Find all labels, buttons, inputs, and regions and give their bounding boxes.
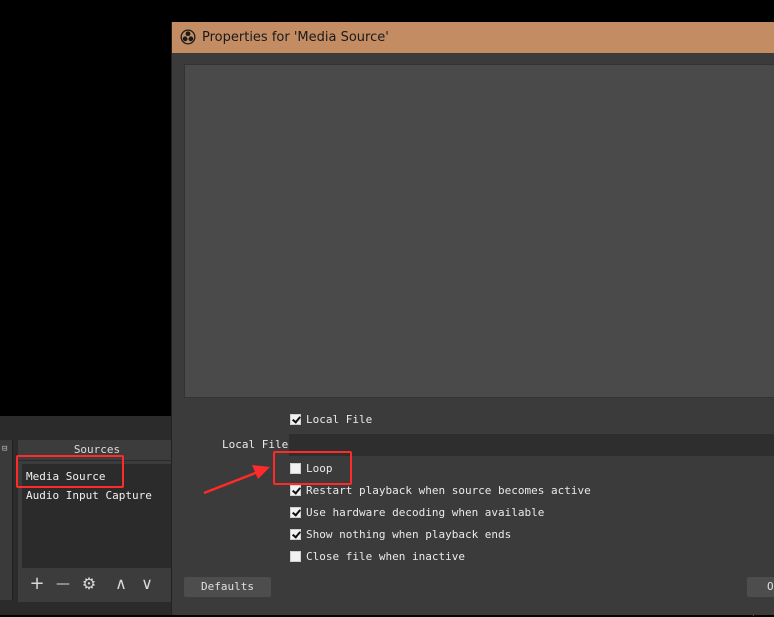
dialog-titlebar[interactable]: Properties for 'Media Source'	[172, 22, 774, 53]
local-file-checkbox[interactable]: Local File	[290, 412, 372, 428]
properties-dialog: Properties for 'Media Source' Local File…	[171, 22, 774, 615]
add-source-icon[interactable]: +	[26, 572, 48, 596]
move-up-icon[interactable]: ∧	[110, 572, 132, 596]
media-source-highlight	[16, 455, 124, 488]
loop-highlight	[273, 451, 352, 485]
remove-source-icon[interactable]: —	[52, 572, 74, 596]
close-file-label: Close file when inactive	[306, 550, 465, 563]
checkbox-icon	[290, 413, 301, 425]
dock-float-icon[interactable]: ⊟	[2, 444, 7, 454]
restart-playback-label: Restart playback when source becomes act…	[306, 484, 591, 497]
restart-playback-checkbox[interactable]: Restart playback when source becomes act…	[290, 483, 591, 499]
local-file-checkbox-label: Local File	[306, 413, 373, 426]
source-preview	[184, 64, 774, 398]
close-file-checkbox[interactable]: Close file when inactive	[290, 549, 465, 565]
gear-icon[interactable]: ⚙	[78, 572, 100, 596]
local-file-input[interactable]	[289, 434, 774, 456]
show-nothing-checkbox[interactable]: Show nothing when playback ends	[290, 527, 511, 543]
hardware-decoding-checkbox[interactable]: Use hardware decoding when available	[290, 505, 544, 521]
annotation-arrow-icon	[203, 465, 270, 495]
source-item-audio-input-capture[interactable]: Audio Input Capture	[26, 487, 152, 505]
obs-logo-icon	[180, 29, 196, 45]
checkbox-icon	[290, 484, 301, 496]
ok-button[interactable]: O	[747, 577, 774, 597]
scenes-dock-edge: ⊟	[0, 440, 13, 600]
checkbox-icon	[290, 528, 301, 540]
checkbox-icon	[290, 550, 301, 562]
hardware-decoding-label: Use hardware decoding when available	[306, 506, 545, 519]
dialog-title: Properties for 'Media Source'	[202, 30, 389, 45]
sources-toolbar: + — ⚙ ∧ ∨	[18, 572, 176, 598]
move-down-icon[interactable]: ∨	[136, 572, 158, 596]
checkbox-icon	[290, 506, 301, 518]
defaults-button[interactable]: Defaults	[184, 577, 271, 597]
show-nothing-label: Show nothing when playback ends	[306, 528, 512, 541]
